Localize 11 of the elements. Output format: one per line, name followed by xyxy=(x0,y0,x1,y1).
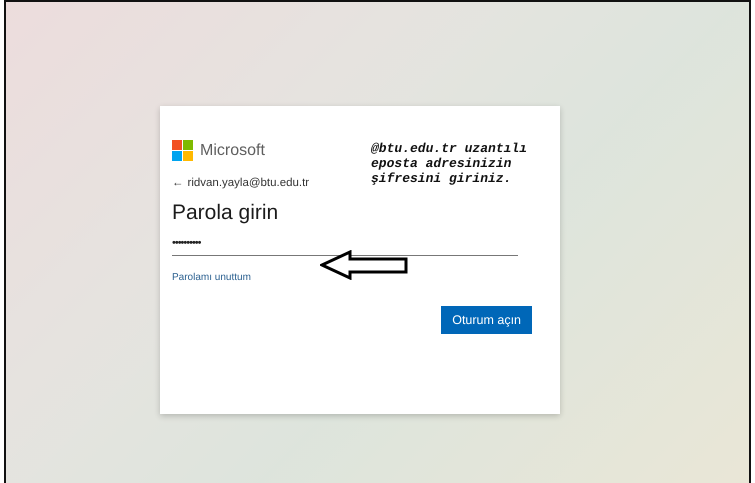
annotation-text: eposta adresinizin xyxy=(371,156,512,171)
logo-icon xyxy=(172,140,193,161)
annotation-text: şifresini giriniz. xyxy=(371,171,512,186)
brand-name: Microsoft xyxy=(200,142,265,160)
annotation-text: @btu.edu.tr uzantılı xyxy=(371,141,528,156)
back-button[interactable]: ← xyxy=(172,177,184,189)
account-email: ridvan.yayla@btu.edu.tr xyxy=(188,177,310,189)
forgot-password-link[interactable]: Parolamı unuttum xyxy=(172,272,251,283)
page-title: Parola girin xyxy=(172,201,280,225)
sign-in-button[interactable]: Oturum açın xyxy=(441,306,532,334)
arrow-icon xyxy=(320,250,408,280)
